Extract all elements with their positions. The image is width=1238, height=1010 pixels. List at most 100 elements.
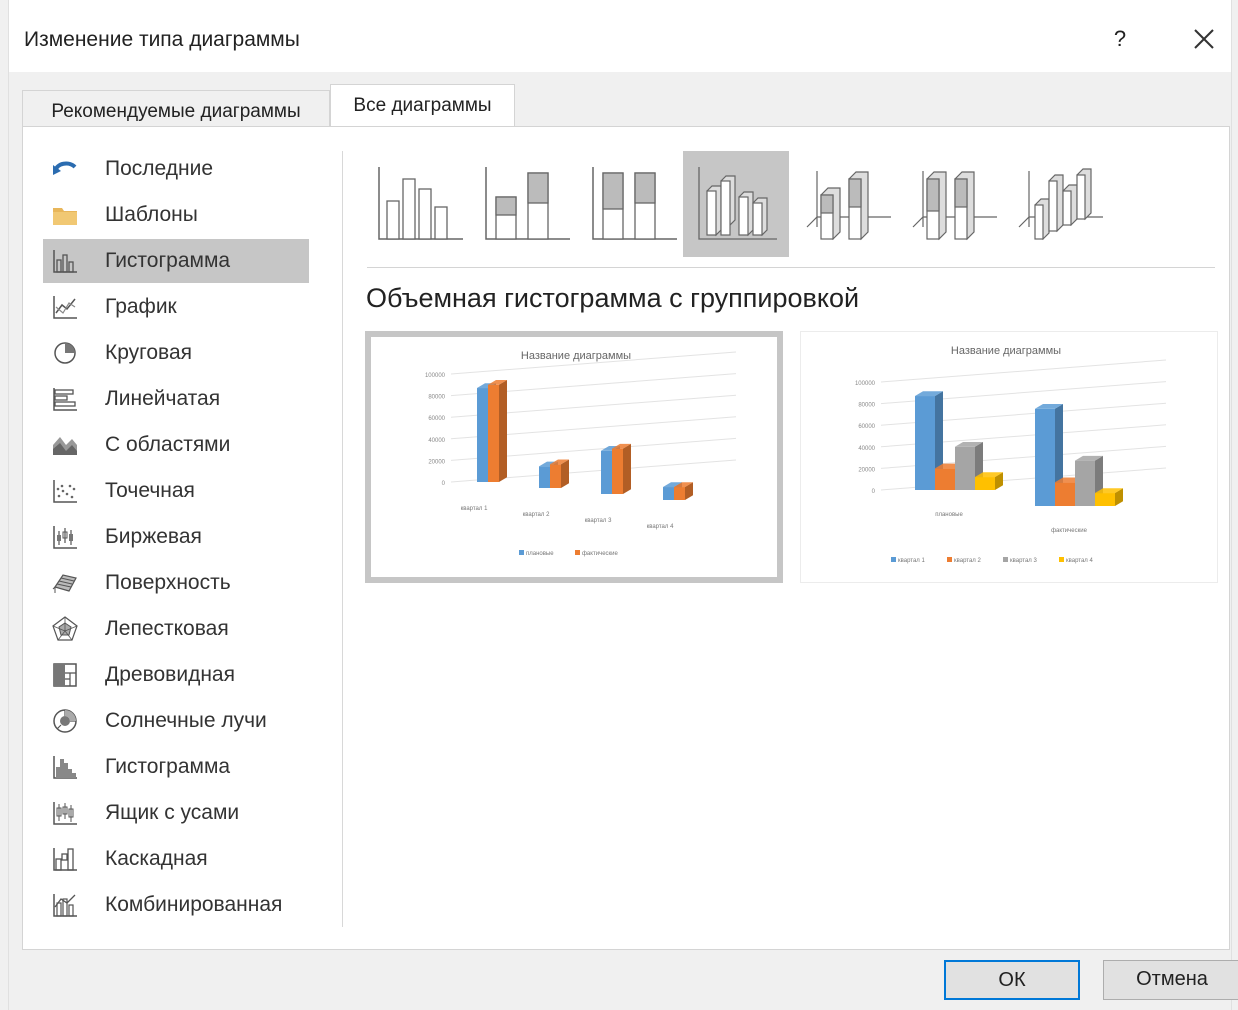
help-button[interactable]: ?: [1105, 24, 1135, 54]
stacked-column-icon: [485, 167, 570, 240]
bar: [1055, 482, 1075, 506]
y-tick-label: 100000: [855, 381, 876, 387]
legend-swatch: [575, 550, 580, 555]
sidebar-item-sunburst[interactable]: Солнечные лучи: [43, 699, 309, 743]
sidebar-item-box-whisker[interactable]: Ящик с усами: [43, 791, 309, 835]
chart-title: Название диаграммы: [521, 350, 631, 362]
sidebar-item-bar[interactable]: Линейчатая: [43, 377, 309, 421]
y-tick-label: 60000: [428, 416, 445, 422]
bar: [539, 466, 550, 488]
sidebar-item-combo[interactable]: Комбинированная: [43, 883, 309, 927]
subtype-3d-clustered-column[interactable]: [683, 151, 789, 257]
scatter-chart-icon: [53, 480, 77, 503]
y-tick-label: 100000: [425, 373, 446, 379]
bar: [975, 477, 995, 490]
close-button[interactable]: [1187, 22, 1221, 56]
sidebar-item-label: Комбинированная: [105, 893, 283, 916]
chart-legend: квартал 1 квартал 2 квартал 3 квартал 4: [891, 557, 1093, 564]
preview-chart-2: Название диаграммы 100000 80000 60000 40000…: [855, 345, 1167, 564]
cancel-button[interactable]: Отмена: [1103, 960, 1238, 1000]
bar: [477, 388, 488, 482]
sidebar-item-label: Точечная: [105, 479, 195, 502]
sidebar-item-label: Гистограмма: [105, 755, 231, 778]
subtype-stacked-column[interactable]: [474, 151, 580, 257]
tab-all-charts[interactable]: Все диаграммы: [330, 84, 515, 128]
sidebar-item-templates[interactable]: Шаблоны: [43, 193, 309, 237]
radar-chart-icon: [52, 616, 78, 641]
legend-label: квартал 2: [954, 558, 981, 564]
y-tick-label: 80000: [858, 403, 875, 409]
bar: [663, 487, 674, 500]
bar: [915, 396, 935, 490]
legend-swatch: [1003, 557, 1008, 562]
subtype-clustered-column[interactable]: [367, 151, 473, 257]
y-tick-label: 0: [442, 481, 446, 487]
legend-label: квартал 1: [898, 558, 925, 564]
sidebar-item-surface[interactable]: Поверхность: [43, 561, 309, 605]
recent-icon: [53, 161, 77, 175]
title-bar: Изменение типа диаграммы ?: [9, 0, 1231, 72]
subtype-3d-column[interactable]: [1007, 151, 1113, 257]
sidebar-item-recent[interactable]: Последние: [43, 147, 309, 191]
3d-clustered-column-icon: [698, 167, 777, 240]
dialog-title: Изменение типа диаграммы: [24, 28, 300, 51]
legend-label: фактические: [582, 551, 619, 557]
sidebar-item-scatter[interactable]: Точечная: [43, 469, 309, 513]
subtype-100-stacked-column[interactable]: [581, 151, 687, 257]
bar: [550, 464, 561, 488]
bars: [477, 380, 693, 500]
y-axis-labels: 100000 80000 60000 40000 20000 0: [425, 373, 446, 487]
chart-preview-by-type[interactable]: Название диаграммы 100000 80000 60000 40000…: [800, 331, 1218, 583]
y-tick-label: 20000: [858, 467, 875, 473]
sidebar-item-label: С областями: [105, 433, 231, 456]
sidebar-item-radar[interactable]: Лепестковая: [43, 607, 309, 651]
sidebar-item-label: Гистограмма: [105, 249, 231, 272]
bar-side: [561, 459, 569, 488]
sidebar-item-label: Последние: [105, 157, 214, 180]
3d-stacked-column-icon: [806, 171, 891, 241]
treemap-chart-icon: [53, 663, 77, 687]
3d-percent-stacked-column-icon: [912, 171, 997, 241]
chart-preview-by-quarter[interactable]: Название диаграммы 100000 80000 60000 40000…: [365, 331, 783, 583]
sidebar-item-column[interactable]: Гистограмма: [43, 239, 309, 283]
sidebar-item-label: Шаблоны: [105, 203, 198, 226]
bar: [674, 487, 685, 500]
y-tick-label: 0: [872, 489, 876, 495]
bar: [601, 450, 612, 494]
y-tick-label: 60000: [858, 424, 875, 430]
subtype-3d-100-stacked-column[interactable]: [901, 151, 1007, 257]
sidebar-item-stock[interactable]: Биржевая: [43, 515, 309, 559]
sidebar-item-label: Поверхность: [105, 571, 231, 594]
sidebar-item-label: График: [105, 295, 177, 318]
category-label: фактические: [1051, 528, 1088, 534]
sidebar-item-pie[interactable]: Круговая: [43, 331, 309, 375]
sidebar-item-label: Древовидная: [105, 663, 235, 686]
chart-title: Название диаграммы: [951, 345, 1061, 357]
sidebar-item-histogram[interactable]: Гистограмма: [43, 745, 309, 789]
legend-swatch: [519, 550, 524, 555]
sidebar-divider: [342, 151, 343, 927]
bar: [1095, 493, 1115, 506]
box-whisker-chart-icon: [53, 802, 77, 825]
sidebar-item-area[interactable]: С областями: [43, 423, 309, 467]
bar: [955, 446, 975, 490]
bar: [612, 448, 623, 494]
legend-label: плановые: [526, 551, 554, 557]
waterfall-chart-icon: [53, 848, 77, 871]
subtype-3d-stacked-column[interactable]: [795, 151, 901, 257]
sidebar-item-line[interactable]: График: [43, 285, 309, 329]
ok-button[interactable]: ОК: [944, 960, 1080, 1000]
area-chart-icon: [53, 437, 77, 455]
bar-side: [623, 443, 631, 494]
sidebar-item-waterfall[interactable]: Каскадная: [43, 837, 309, 881]
tab-recommended-charts[interactable]: Рекомендуемые диаграммы: [22, 90, 330, 126]
sidebar-item-label: Биржевая: [105, 525, 202, 548]
y-tick-label: 20000: [428, 459, 445, 465]
subtype-title: Объемная гистограмма с группировкой: [366, 283, 860, 313]
bar: [488, 384, 499, 482]
gridline: [880, 359, 1167, 383]
column-chart-icon: [53, 250, 77, 273]
chart-types-panel: Последние Шаблоны Гистограмма График Кру…: [22, 126, 1230, 950]
bar: [1075, 460, 1095, 506]
sidebar-item-treemap[interactable]: Древовидная: [43, 653, 309, 697]
